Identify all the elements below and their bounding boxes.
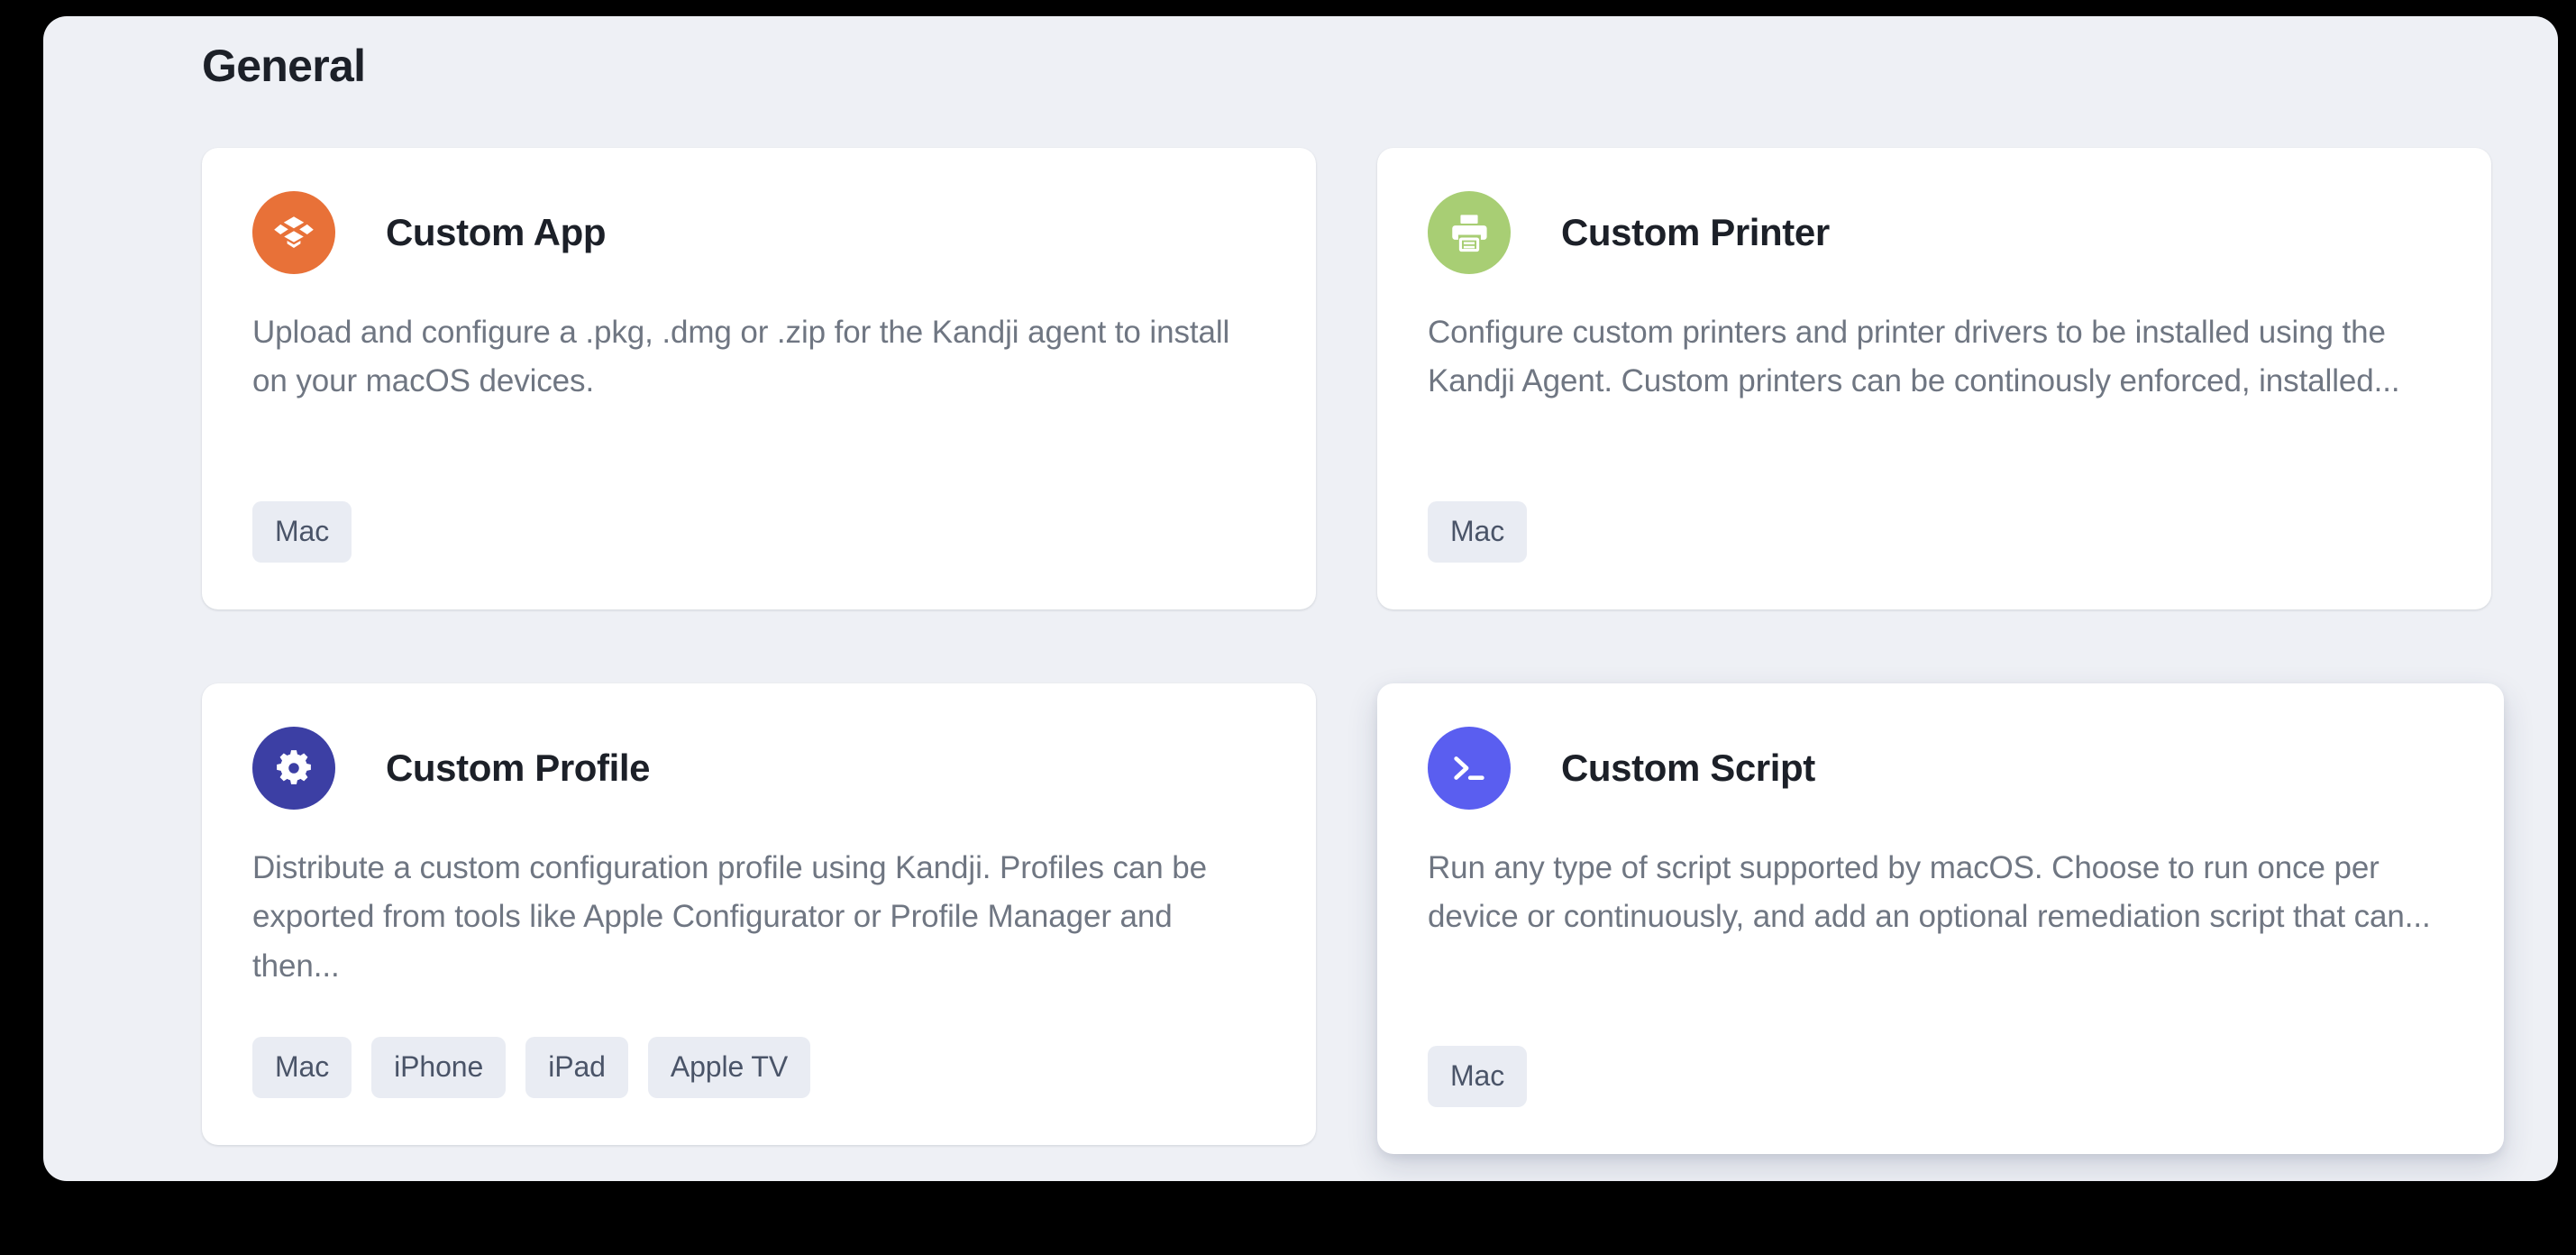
card-title: Custom Printer (1561, 211, 1830, 254)
card-header: Custom App (202, 148, 1316, 274)
card-tag-list: Mac (252, 501, 352, 563)
platform-tag: iPad (525, 1037, 628, 1098)
page-title: General (202, 41, 365, 91)
platform-tag: iPhone (371, 1037, 506, 1098)
card-custom-app[interactable]: Custom App Upload and configure a .pkg, … (202, 148, 1316, 609)
card-description: Run any type of script supported by macO… (1428, 844, 2453, 942)
card-header: Custom Script (1377, 683, 2504, 810)
platform-tag: Mac (252, 501, 352, 563)
card-custom-profile[interactable]: Custom Profile Distribute a custom confi… (202, 683, 1316, 1145)
card-tag-list: Mac iPhone iPad Apple TV (252, 1037, 810, 1098)
card-header: Custom Printer (1377, 148, 2491, 274)
printer-icon (1428, 191, 1511, 274)
card-title: Custom App (386, 211, 606, 254)
terminal-icon (1428, 727, 1511, 810)
platform-tag: Apple TV (648, 1037, 810, 1098)
card-description: Upload and configure a .pkg, .dmg or .zi… (252, 308, 1265, 407)
library-panel: General Custom App (43, 16, 2558, 1181)
gear-icon (252, 727, 335, 810)
card-tag-list: Mac (1428, 501, 1527, 563)
card-tag-list: Mac (1428, 1046, 1527, 1107)
platform-tag: Mac (1428, 1046, 1527, 1107)
platform-tag: Mac (1428, 501, 1527, 563)
card-header: Custom Profile (202, 683, 1316, 810)
card-description: Distribute a custom configuration profil… (252, 844, 1265, 991)
platform-tag: Mac (252, 1037, 352, 1098)
card-custom-script[interactable]: Custom Script Run any type of script sup… (1377, 683, 2504, 1154)
package-icon (252, 191, 335, 274)
card-description: Configure custom printers and printer dr… (1428, 308, 2441, 407)
card-title: Custom Profile (386, 747, 650, 790)
card-custom-printer[interactable]: Custom Printer Configure custom printers… (1377, 148, 2491, 609)
card-title: Custom Script (1561, 747, 1815, 790)
